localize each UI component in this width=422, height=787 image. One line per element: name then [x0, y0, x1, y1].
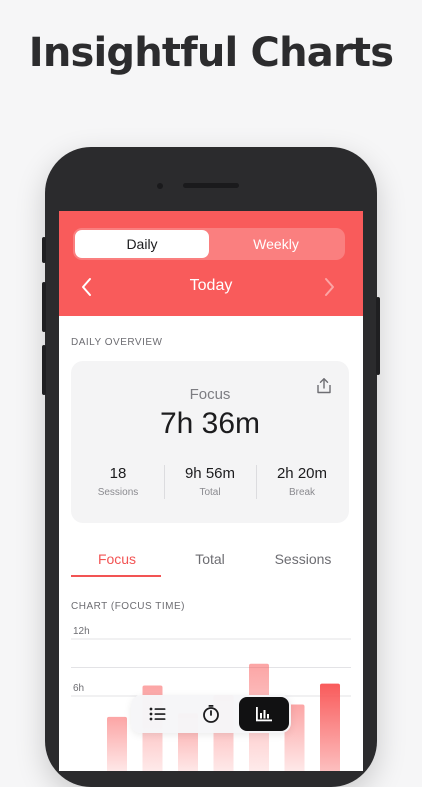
focus-label: Focus	[189, 386, 231, 403]
period-segmented-control: Daily Weekly	[73, 228, 345, 260]
list-tab-button[interactable]	[133, 697, 183, 731]
earpiece-speaker	[183, 183, 239, 188]
app-screen: Daily Weekly Today DAILY OVERVIEW Focus	[59, 211, 363, 771]
stat-sessions: 18 Sessions	[72, 465, 164, 498]
stat-total: 9h 56m Total	[164, 465, 256, 498]
focus-time-value: 7h 36m	[159, 407, 261, 440]
list-icon	[149, 707, 166, 721]
stat-label: Break	[288, 487, 316, 498]
active-tab-indicator	[71, 575, 161, 577]
app-header: Daily Weekly Today	[59, 211, 363, 316]
segment-weekly[interactable]: Weekly	[209, 230, 343, 258]
chart-bar[interactable]	[320, 683, 340, 771]
volume-down-button	[42, 345, 46, 395]
stat-value: 2h 20m	[276, 465, 328, 482]
tab-focus[interactable]: Focus	[71, 551, 163, 567]
stat-value: 9h 56m	[184, 465, 236, 482]
stat-label: Total	[199, 487, 221, 498]
y-tick-label: 6h	[73, 683, 84, 694]
timer-icon	[203, 705, 219, 723]
daily-overview-label: DAILY OVERVIEW	[71, 337, 163, 348]
power-button	[376, 297, 380, 375]
bottom-tab-bar	[131, 695, 291, 733]
tab-sessions[interactable]: Sessions	[257, 551, 349, 567]
volume-up-button	[42, 282, 46, 332]
phone-frame: Daily Weekly Today DAILY OVERVIEW Focus	[42, 147, 380, 787]
timer-tab-button[interactable]	[186, 697, 236, 731]
y-tick-label: 12h	[73, 626, 90, 637]
stat-break: 2h 20m Break	[256, 465, 348, 498]
bar-chart-icon	[256, 707, 272, 722]
front-camera	[157, 183, 163, 189]
chart-label: CHART (FOCUS TIME)	[71, 601, 186, 612]
mute-switch	[42, 237, 46, 263]
segment-daily[interactable]: Daily	[75, 230, 209, 258]
page-headline: Insightful Charts	[28, 30, 394, 76]
chart-tabs: Focus Total Sessions	[71, 551, 349, 579]
chart-bar[interactable]	[107, 716, 127, 771]
stat-label: Sessions	[97, 487, 139, 498]
tab-total[interactable]: Total	[164, 551, 256, 567]
daily-overview-card: Focus 7h 36m 18 Sessions 9h 56m Total 2h…	[71, 361, 349, 523]
chevron-right-icon[interactable]	[317, 275, 341, 299]
stats-tab-button[interactable]	[239, 697, 289, 731]
stat-value: 18	[109, 465, 127, 482]
